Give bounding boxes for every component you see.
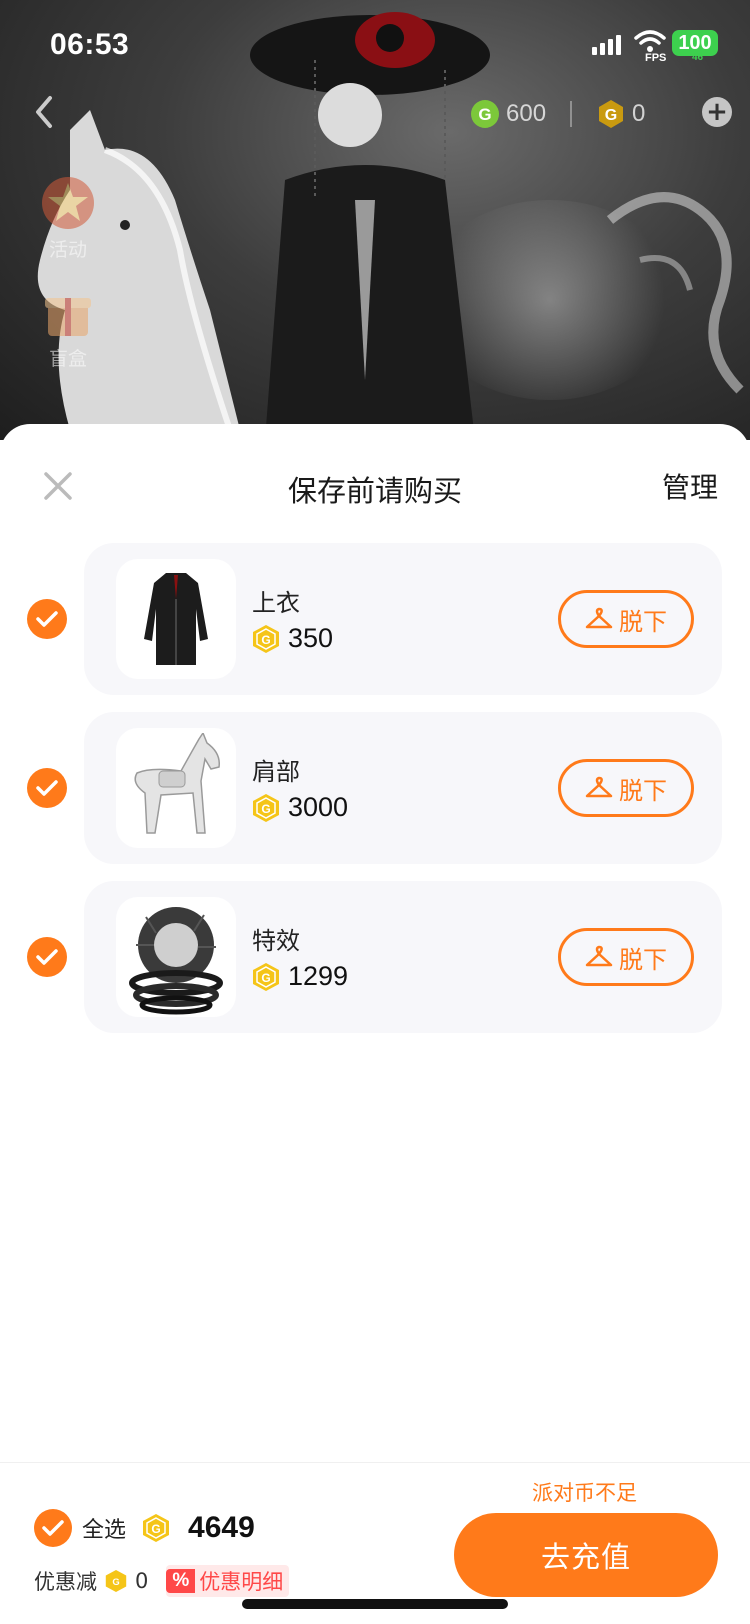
- unequip-label: 脱下: [619, 945, 667, 974]
- insufficient-funds-notice: 派对币不足: [532, 1481, 637, 1505]
- unequip-button[interactable]: 脱下: [558, 928, 694, 986]
- discount-detail-link[interactable]: % 优惠明细: [166, 1565, 290, 1597]
- currency-bar: G 600 G 0: [470, 94, 645, 134]
- svg-text:G: G: [261, 633, 270, 647]
- item-thumbnail: [116, 897, 236, 1017]
- gold-coin-icon: G: [105, 1570, 127, 1592]
- item-checkbox[interactable]: [27, 599, 67, 639]
- discount-detail-label: 优惠明细: [199, 1570, 284, 1594]
- gold-coin-icon: G: [253, 962, 279, 991]
- signal-icon: [592, 35, 621, 55]
- hanger-icon: [585, 607, 613, 629]
- item-price: G 3000: [252, 792, 348, 823]
- cart-item-shoulder: 肩部 G 3000 脱下: [0, 712, 750, 864]
- checkmark-icon: [36, 611, 58, 627]
- wifi-icon: [634, 30, 666, 52]
- item-thumbnail: [116, 559, 236, 679]
- item-checkbox[interactable]: [27, 937, 67, 977]
- gift-box-icon: [45, 298, 91, 336]
- svg-text:G: G: [261, 971, 270, 985]
- white-horse-image: [134, 733, 220, 834]
- back-chevron-icon[interactable]: [28, 92, 58, 132]
- item-name: 上衣: [252, 589, 300, 617]
- unequip-label: 脱下: [619, 776, 667, 805]
- item-price-value: 1299: [288, 961, 349, 991]
- add-currency-button[interactable]: +: [702, 97, 732, 127]
- recharge-button[interactable]: 去充值: [454, 1513, 718, 1597]
- svg-text:G: G: [605, 107, 617, 124]
- item-card[interactable]: 肩部 G 3000 脱下: [84, 712, 722, 864]
- cart-item-effect: 特效 G 1299 脱下: [0, 881, 750, 1033]
- svg-text:G: G: [112, 1576, 119, 1587]
- home-indicator: [242, 1599, 508, 1609]
- fps-label: FPS: [645, 52, 667, 64]
- gold-coin-icon: G: [143, 1514, 170, 1542]
- select-all-row: 全选 G 4649: [34, 1509, 255, 1547]
- unequip-label: 脱下: [619, 607, 667, 636]
- status-time: 06:53: [50, 28, 130, 61]
- item-card[interactable]: 特效 G 1299 脱下: [84, 881, 722, 1033]
- decorative-wisp-image: [606, 192, 744, 394]
- green-coin-icon: G: [471, 100, 499, 128]
- manage-button[interactable]: 管理: [662, 466, 718, 506]
- dark-vortex-effect-image: [129, 907, 223, 1015]
- item-name: 特效: [252, 927, 300, 955]
- purchase-sheet: 保存前请购买 管理 上衣 G 350 脱下 肩部 G 3000 脱下 特效 G …: [0, 424, 750, 1624]
- item-thumbnail: [116, 728, 236, 848]
- star-event-icon: [42, 177, 94, 229]
- cart-item-top: 上衣 G 350 脱下: [0, 543, 750, 695]
- side-menu: 活动 盲盒: [40, 175, 96, 371]
- item-price: G 1299: [252, 961, 348, 992]
- total-amount: 4649: [188, 1511, 255, 1544]
- gold-coin-icon: G: [253, 624, 279, 653]
- checkmark-icon: [36, 949, 58, 965]
- gold-coin-value: 0: [632, 100, 646, 127]
- status-bar: 06:53 FPS 100 46: [0, 0, 750, 90]
- discount-value: 0: [135, 1569, 149, 1593]
- currency-divider: [570, 101, 573, 127]
- item-price-value: 350: [288, 623, 334, 653]
- gold-coin-icon: G: [253, 793, 279, 822]
- gold-coin-balance[interactable]: G 0: [596, 99, 645, 129]
- item-checkbox[interactable]: [27, 768, 67, 808]
- black-coat-image: [144, 573, 208, 665]
- hanger-icon: [585, 776, 613, 798]
- checkmark-icon: [42, 1520, 64, 1536]
- unequip-button[interactable]: 脱下: [558, 590, 694, 648]
- side-entry-blindbox-label: 盲盒: [48, 348, 87, 370]
- item-price: G 350: [252, 623, 333, 654]
- svg-text:G: G: [261, 802, 270, 816]
- fps-value: 46: [692, 52, 704, 63]
- side-entry-blindbox[interactable]: 盲盒: [40, 284, 96, 371]
- green-coin-value: 600: [506, 100, 547, 127]
- checkmark-icon: [36, 780, 58, 796]
- unequip-button[interactable]: 脱下: [558, 759, 694, 817]
- svg-text:G: G: [478, 105, 491, 124]
- item-card[interactable]: 上衣 G 350 脱下: [84, 543, 722, 695]
- discount-line: 优惠减 G 0 % 优惠明细: [34, 1565, 290, 1597]
- discount-percent-icon: %: [166, 1569, 196, 1593]
- select-all-checkbox[interactable]: [34, 1509, 72, 1547]
- side-entry-event-label: 活动: [48, 239, 87, 261]
- item-price-value: 3000: [288, 792, 349, 822]
- gold-coin-icon: G: [599, 100, 624, 128]
- item-name: 肩部: [252, 758, 300, 786]
- sheet-title: 保存前请购买: [287, 474, 462, 508]
- svg-text:G: G: [151, 1522, 160, 1536]
- discount-label: 优惠减: [34, 1570, 97, 1594]
- side-entry-event[interactable]: 活动: [40, 175, 96, 262]
- green-coin-balance[interactable]: G 600: [470, 99, 546, 129]
- select-all-label[interactable]: 全选: [82, 1512, 126, 1544]
- hanger-icon: [585, 945, 613, 967]
